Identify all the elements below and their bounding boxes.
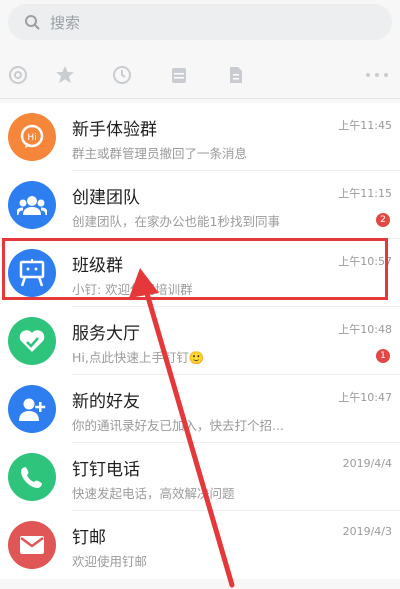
service-hall-avatar-icon [8, 317, 56, 365]
chat-name: 服务大厅 [72, 324, 140, 344]
chat-time: 上午11:45 [338, 119, 392, 132]
unread-badge: 2 [376, 213, 390, 227]
phone-avatar-icon [8, 453, 56, 501]
chat-name: 新的好友 [72, 392, 140, 412]
search-input[interactable]: 搜索 [8, 4, 392, 40]
chat-time: 上午11:15 [338, 187, 392, 200]
chat-message: Hi,点此快速上手钉钉🙂 [72, 350, 205, 365]
newbie-group-avatar-icon: Hi [8, 113, 56, 161]
chat-message: 你的通讯录好友已加入，快去打个招... [72, 418, 284, 433]
chat-name: 钉钉电话 [72, 460, 140, 480]
chat-time: 上午10:57 [338, 255, 392, 268]
chat-name: 钉邮 [72, 528, 106, 548]
toolbar-divider [0, 98, 400, 99]
chat-message: 欢迎使用钉邮 [72, 554, 148, 569]
star-icon[interactable] [36, 52, 93, 98]
class-group-avatar-icon [8, 249, 56, 297]
chat-list: Hi 新手体验群 群主或群管理员撤回了一条消息 上午11:45 创建团队 创建团… [0, 103, 400, 579]
chat-message: 快速发起电话，高效解决问题 [72, 486, 235, 501]
chat-item-new-friends[interactable]: 新的好友 你的通讯录好友已加入，快去打个招... 上午10:47 [0, 375, 400, 443]
chat-name: 新手体验群 [72, 120, 157, 140]
chat-name: 班级群 [72, 256, 123, 276]
chat-message: 小钉: 欢迎使用培训群 [72, 282, 193, 297]
more-icon[interactable] [354, 52, 400, 98]
at-icon[interactable] [0, 52, 36, 98]
chat-time: 上午10:47 [338, 391, 392, 404]
chat-item-dingtalk-mail[interactable]: 钉邮 欢迎使用钉邮 2019/4/3 [0, 511, 400, 579]
document-icon[interactable] [207, 52, 264, 98]
chat-message: 群主或群管理员撤回了一条消息 [72, 146, 248, 161]
chat-time: 2019/4/3 [342, 525, 392, 538]
search-placeholder: 搜索 [50, 13, 81, 32]
chat-item-service-hall[interactable]: 服务大厅 Hi,点此快速上手钉钉🙂 上午10:48 1 [0, 307, 400, 375]
mail-avatar-icon [8, 521, 56, 569]
quick-toolbar [0, 52, 400, 98]
chat-time: 上午10:48 [338, 323, 392, 336]
svg-text:Hi: Hi [27, 133, 36, 143]
unread-badge: 1 [376, 349, 390, 363]
clock-icon[interactable] [93, 52, 150, 98]
chat-time: 2019/4/4 [342, 457, 392, 470]
search-bar[interactable]: 搜索 [8, 4, 392, 40]
chat-message: 创建团队，在家办公也能1秒找到同事 [72, 214, 280, 229]
calendar-icon[interactable] [150, 52, 207, 98]
chat-item-create-team[interactable]: 创建团队 创建团队，在家办公也能1秒找到同事 上午11:15 2 [0, 171, 400, 239]
team-avatar-icon [8, 181, 56, 229]
chat-item-class-group[interactable]: 班级群 小钉: 欢迎使用培训群 上午10:57 [0, 239, 400, 307]
new-friend-avatar-icon [8, 385, 56, 433]
chat-name: 创建团队 [72, 188, 140, 208]
search-icon [25, 15, 40, 30]
chat-item-dingtalk-phone[interactable]: 钉钉电话 快速发起电话，高效解决问题 2019/4/4 [0, 443, 400, 511]
chat-item-newbie-group[interactable]: Hi 新手体验群 群主或群管理员撤回了一条消息 上午11:45 [0, 103, 400, 171]
